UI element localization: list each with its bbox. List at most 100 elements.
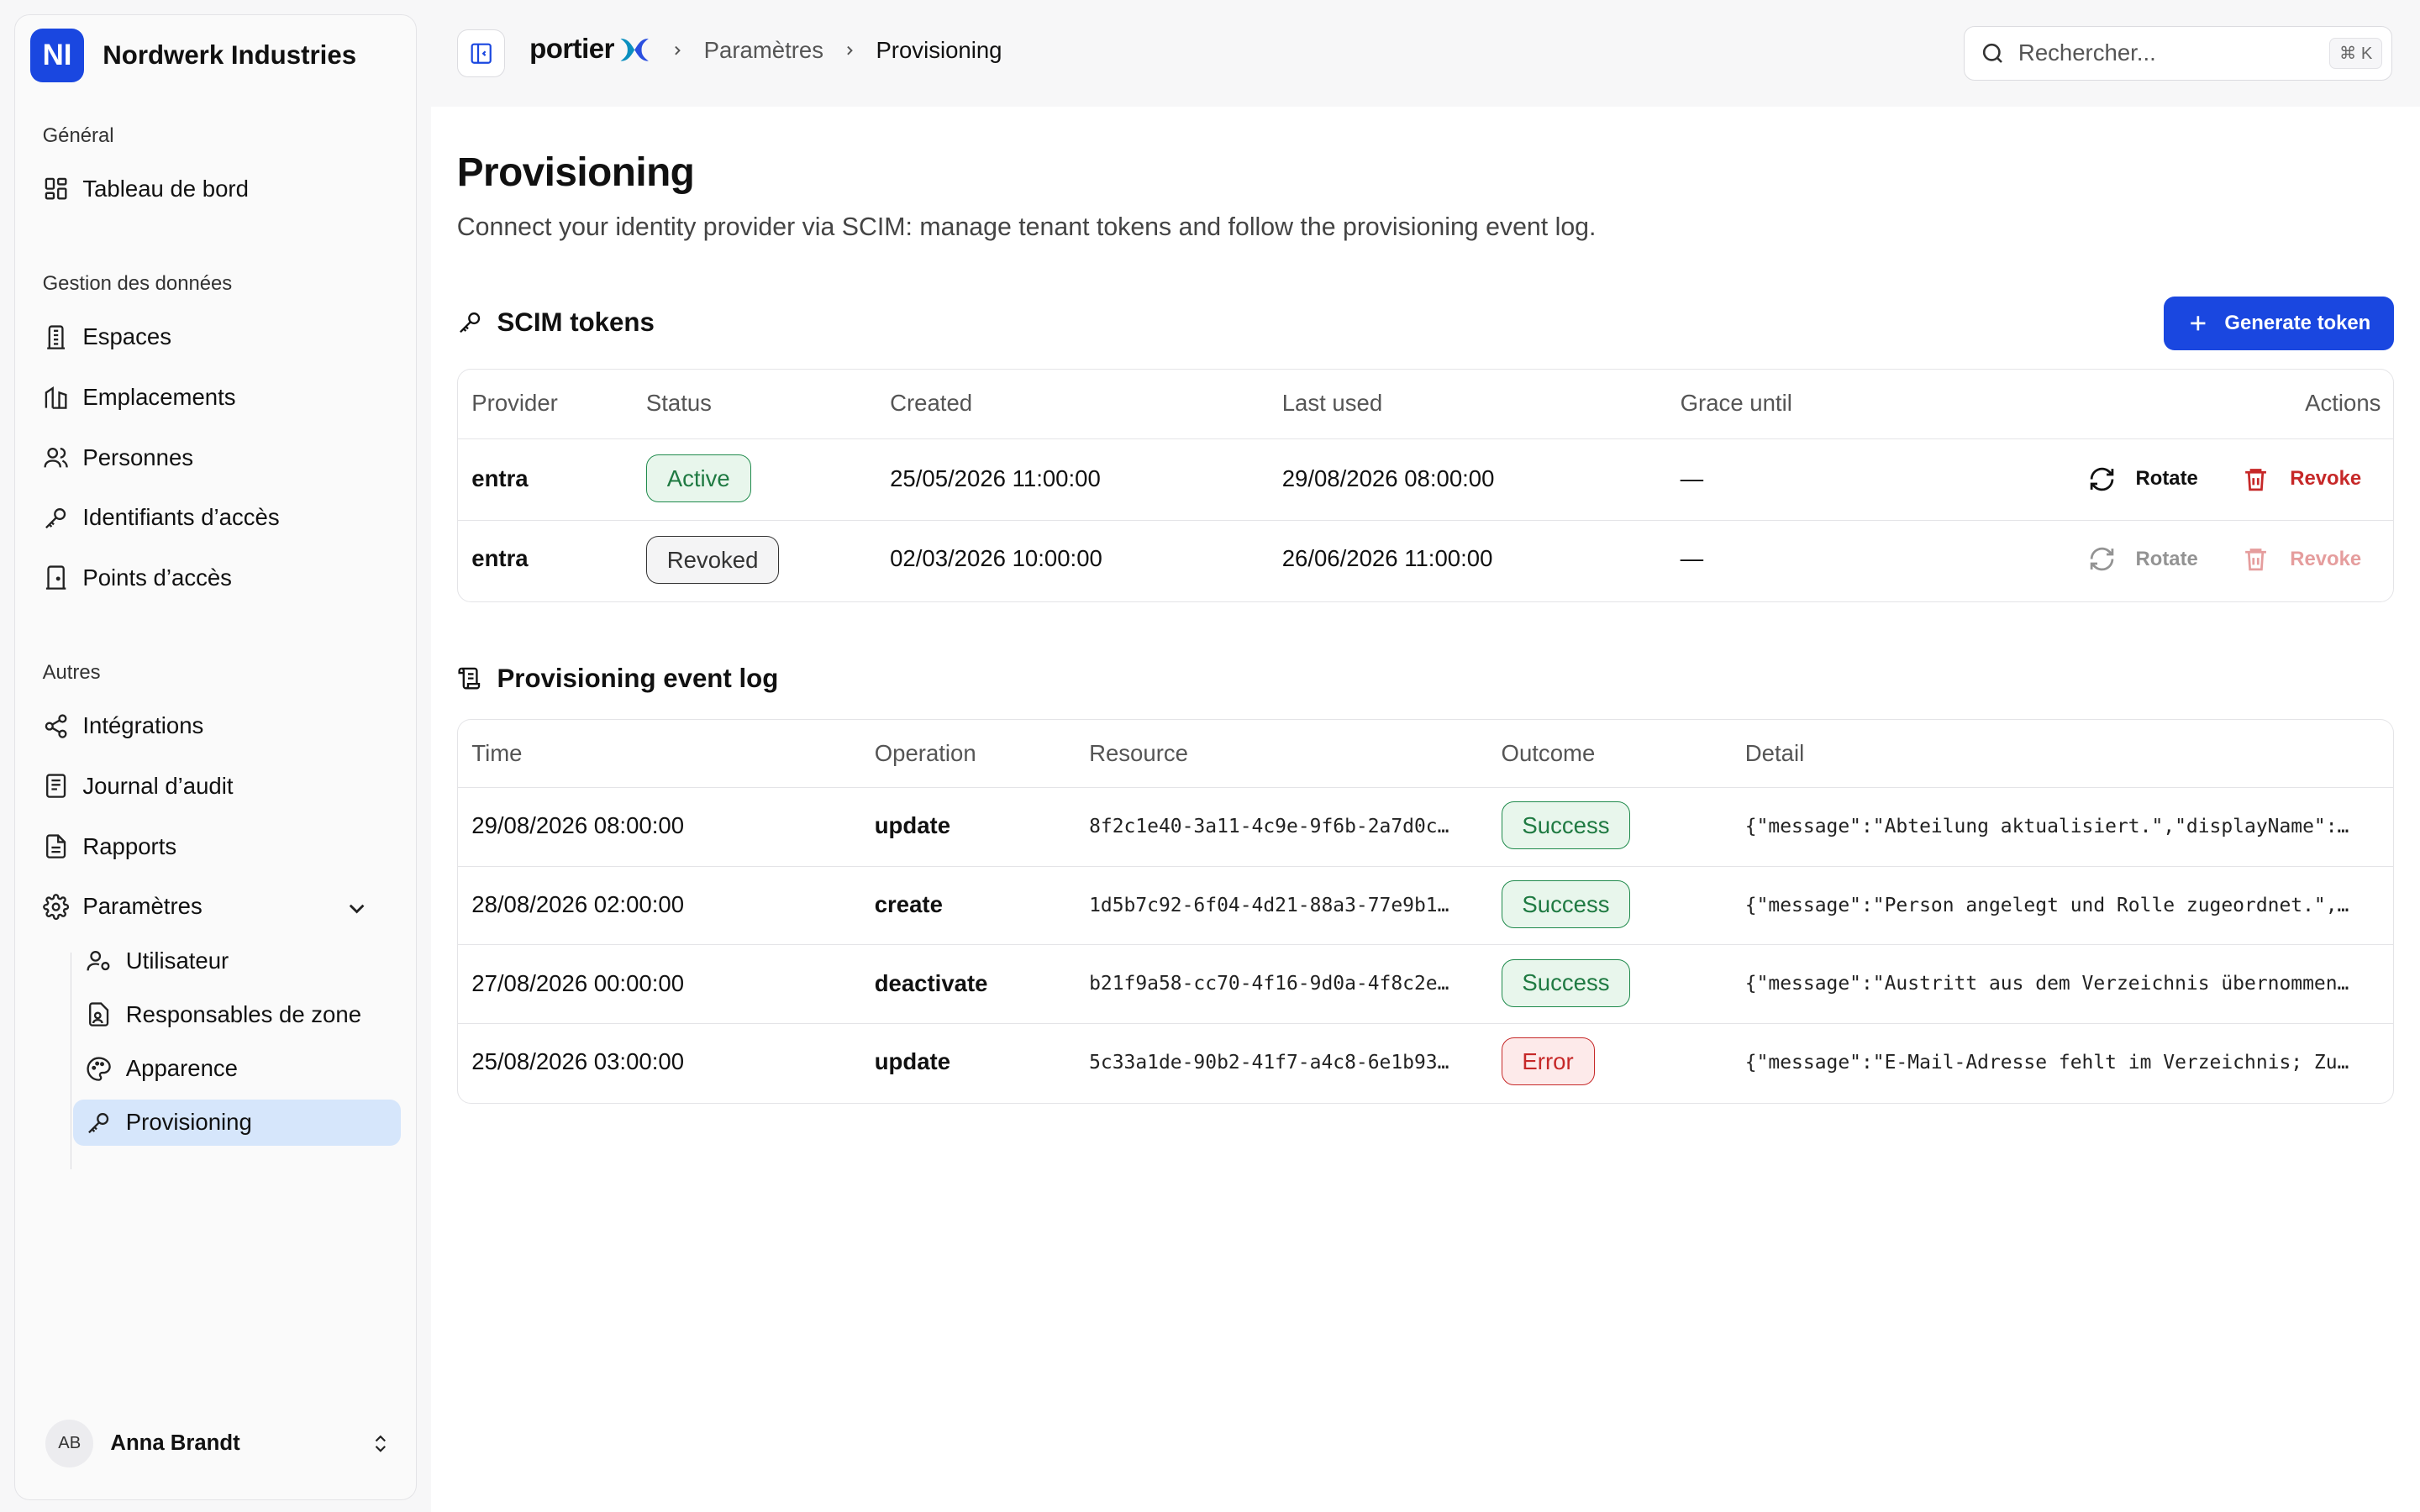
dashboard-icon xyxy=(45,178,67,200)
users-icon xyxy=(44,448,68,468)
search-box[interactable]: ⌘ K xyxy=(1963,26,2393,81)
search-input[interactable] xyxy=(2018,39,2312,67)
sidebar-item-access-points[interactable]: Points d’accès xyxy=(39,554,397,601)
table-row: 25/08/2026 03:00:00 update 5c33a1de-90b2… xyxy=(458,1024,2393,1103)
search-icon xyxy=(1982,43,2002,63)
chevron-right-icon xyxy=(675,45,681,55)
status-badge: Active xyxy=(645,454,751,502)
column-header: Actions xyxy=(2305,389,2381,416)
table-row: 29/08/2026 08:00:00 update 8f2c1e40-3a11… xyxy=(457,788,2394,867)
sidebar-item-label: Emplacements xyxy=(82,384,236,411)
status-badge: Revoked xyxy=(645,536,780,585)
column-header: Detail xyxy=(1744,739,1805,766)
sidebar-subitem-provisioning[interactable]: Provisioning xyxy=(73,1099,401,1147)
event-operation: deactivate xyxy=(874,969,988,996)
scroll-icon xyxy=(458,668,480,690)
org-logo: NI xyxy=(29,29,85,83)
section-title-tokens: SCIM tokens xyxy=(457,307,655,338)
column-header: Outcome xyxy=(1501,739,1596,766)
event-time: 28/08/2026 02:00:00 xyxy=(471,890,685,917)
column-header: Grace until xyxy=(1680,389,1792,416)
org-switcher[interactable]: NI Nordwerk Industries xyxy=(29,29,357,83)
event-resource: 1d5b7c92-6f04-4d21-88a3-77e9b1… xyxy=(1089,894,1449,916)
sidebar-item-label: Provisioning xyxy=(125,1109,252,1136)
sidebar-item-people[interactable]: Personnes xyxy=(39,434,397,480)
event-time: 29/08/2026 08:00:00 xyxy=(471,812,685,839)
search-shortcut: ⌘ K xyxy=(2329,38,2383,69)
token-created: 25/05/2026 11:00:00 xyxy=(890,465,1101,491)
sidebar-subitem-appearance[interactable]: Apparence xyxy=(73,1046,400,1092)
chevron-down-icon[interactable] xyxy=(344,895,370,921)
sidebar-item-label: Espaces xyxy=(82,323,171,350)
event-operation: update xyxy=(874,812,951,839)
sidebar-item-label: Responsables de zone xyxy=(125,1000,362,1027)
section-title-events: Provisioning event log xyxy=(457,663,779,694)
event-detail: {"message":"Austritt aus dem Verzeichnis… xyxy=(1744,973,2349,995)
page-title: Provisioning xyxy=(456,150,695,196)
sidebar-subitem-user[interactable]: Utilisateur xyxy=(73,937,400,984)
tokens-table: Provider Status Created Last used Grace … xyxy=(456,369,2395,602)
event-operation: update xyxy=(874,1048,951,1075)
generate-token-label: Generate token xyxy=(2224,311,2371,334)
trash-icon xyxy=(2245,549,2267,571)
sidebar-item-label: Paramètres xyxy=(82,893,203,920)
sidebar-item-label: Utilisateur xyxy=(125,947,229,974)
rotate-button[interactable]: Rotate xyxy=(2088,545,2198,573)
rotate-button[interactable]: Rotate xyxy=(2088,465,2198,493)
org-name: Nordwerk Industries xyxy=(103,40,357,71)
sidebar-subitem-zone-owners[interactable]: Responsables de zone xyxy=(73,991,400,1037)
refresh-icon xyxy=(2090,548,2113,571)
avatar: AB xyxy=(45,1420,94,1468)
breadcrumb-settings[interactable]: Paramètres xyxy=(704,37,823,64)
event-resource: b21f9a58-cc70-4f16-9d0a-4f8c2e… xyxy=(1089,973,1449,995)
topbar: portier Paramètres Provisioning ⌘ K xyxy=(430,0,2420,107)
sidebar-item-credentials[interactable]: Identifiants d’accès xyxy=(39,495,397,541)
column-header: Created xyxy=(890,389,973,416)
table-header: Provider Status Created Last used Grace … xyxy=(457,370,2394,439)
section-title-text: SCIM tokens xyxy=(497,307,655,337)
section-title-text: Provisioning event log xyxy=(497,663,779,693)
sidebar-item-spaces[interactable]: Espaces xyxy=(39,314,397,360)
table-row: 27/08/2026 00:00:00 deactivate b21f9a58-… xyxy=(457,945,2394,1024)
sidebar-item-audit-log[interactable]: Journal d’audit xyxy=(39,763,397,809)
sidebar-item-label: Apparence xyxy=(125,1055,239,1082)
table-row: entra Revoked 02/03/2026 10:00:00 26/06/… xyxy=(458,521,2393,601)
refresh-icon xyxy=(2090,467,2113,491)
revoke-label: Revoke xyxy=(2290,467,2362,491)
chevron-right-icon xyxy=(847,45,853,55)
generate-token-button[interactable]: Generate token xyxy=(2164,296,2395,350)
key-icon xyxy=(459,312,480,333)
table-row: 28/08/2026 02:00:00 create 1d5b7c92-6f04… xyxy=(457,867,2394,946)
column-header: Last used xyxy=(1281,389,1383,416)
token-last-used: 26/06/2026 11:00:00 xyxy=(1281,545,1493,572)
sidebar-item-dashboard[interactable]: Tableau de bord xyxy=(39,166,397,213)
column-header: Operation xyxy=(874,739,976,766)
event-time: 25/08/2026 03:00:00 xyxy=(471,1048,685,1075)
sidebar-toggle-button[interactable] xyxy=(456,29,505,77)
sidebar-item-reports[interactable]: Rapports xyxy=(39,823,397,869)
status-badge: Error xyxy=(1501,1037,1595,1086)
breadcrumb-current: Provisioning xyxy=(876,37,1002,64)
sidebar-item-locations[interactable]: Emplacements xyxy=(39,375,397,421)
sidebar-item-label: Identifiants d’accès xyxy=(82,504,280,531)
portier-logo[interactable]: portier xyxy=(529,34,651,66)
chevrons-up-down-icon xyxy=(375,1435,387,1452)
sidebar-item-integrations[interactable]: Intégrations xyxy=(39,703,397,749)
log-icon xyxy=(45,774,66,799)
event-resource: 5c33a1de-90b2-41f7-a4c8-6e1b93… xyxy=(1089,1051,1449,1074)
revoke-button[interactable]: Revoke xyxy=(2242,545,2361,573)
column-header: Provider xyxy=(471,389,558,416)
palette-icon xyxy=(87,1057,111,1081)
table-header: Time Operation Resource Outcome Detail xyxy=(457,720,2394,788)
column-header: Resource xyxy=(1089,739,1188,766)
share-icon xyxy=(45,714,67,738)
nav-group-data: Gestion des données xyxy=(42,272,233,296)
event-detail: {"message":"E-Mail-Adresse fehlt im Verz… xyxy=(1744,1051,2349,1074)
sidebar-item-settings[interactable]: Paramètres xyxy=(39,884,397,930)
token-provider: entra xyxy=(471,545,529,572)
revoke-button[interactable]: Revoke xyxy=(2242,465,2361,493)
sidebar-item-label: Personnes xyxy=(82,444,194,470)
user-menu[interactable]: AB Anna Brandt xyxy=(45,1419,401,1468)
report-icon xyxy=(45,834,66,858)
token-created: 02/03/2026 10:00:00 xyxy=(890,545,1102,572)
